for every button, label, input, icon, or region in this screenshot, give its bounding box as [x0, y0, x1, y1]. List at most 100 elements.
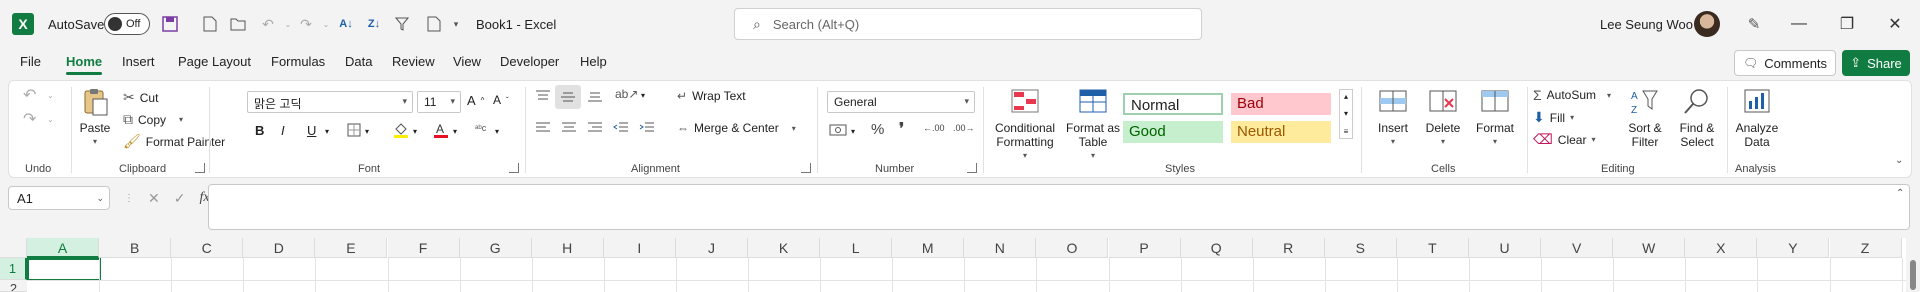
chevron-down-icon[interactable]: ▾ [453, 127, 457, 136]
enter-icon[interactable]: ✓ [174, 190, 186, 207]
user-name[interactable]: Lee Seung Woo [1600, 0, 1693, 48]
style-normal[interactable]: Normal [1123, 93, 1223, 115]
increase-font-icon[interactable]: A ^ [467, 93, 484, 108]
pen-icon[interactable]: ✎ [1744, 14, 1764, 34]
print-preview-icon[interactable] [424, 14, 444, 34]
cancel-icon[interactable]: ✕ [148, 190, 160, 207]
sort-filter-button[interactable]: AZ Sort & Filter [1623, 87, 1667, 149]
chevron-down-icon[interactable]: ▾ [851, 127, 855, 136]
clear-button[interactable]: ⌫ Clear ▾ [1533, 131, 1596, 148]
column-header-z[interactable]: Z [1829, 238, 1902, 258]
tab-home[interactable]: Home [66, 54, 103, 75]
undo-icon[interactable]: ↶ [258, 14, 278, 34]
italic-button[interactable]: I [281, 123, 285, 138]
formula-input[interactable] [208, 184, 1910, 230]
font-name-select[interactable]: 맑은 고딕 ▾ [247, 91, 413, 113]
styles-gallery-scroll[interactable]: ▴ ▾ ≡ [1339, 89, 1353, 139]
decrease-font-icon[interactable]: Aˇ [493, 93, 509, 107]
increase-decimal-icon[interactable]: ←.00 [923, 123, 945, 133]
style-bad[interactable]: Bad [1231, 93, 1331, 115]
column-header-n[interactable]: N [964, 238, 1037, 258]
tab-view[interactable]: View [453, 54, 481, 69]
column-header-q[interactable]: Q [1180, 238, 1253, 258]
decrease-indent-icon[interactable] [613, 121, 629, 135]
borders-icon[interactable] [347, 123, 361, 137]
ribbon-undo-icon[interactable]: ↶ [23, 85, 36, 105]
tab-data[interactable]: Data [345, 54, 372, 69]
vertical-scrollbar[interactable] [1906, 238, 1920, 292]
redo-icon[interactable]: ↷ [296, 14, 316, 34]
percent-icon[interactable]: % [871, 121, 884, 138]
close-icon[interactable]: ✕ [1872, 0, 1918, 48]
decrease-decimal-icon[interactable]: .00→ [953, 123, 975, 133]
more-icon[interactable]: ≡ [1344, 127, 1349, 136]
number-format-select[interactable]: General ▾ [827, 91, 975, 113]
conditional-formatting-button[interactable]: Conditional Formatting ▾ [991, 87, 1059, 163]
chevron-down-icon[interactable]: ▾ [365, 127, 369, 136]
style-neutral[interactable]: Neutral [1231, 121, 1331, 143]
column-header-a[interactable]: A [27, 238, 100, 258]
cut-button[interactable]: ✂ Cut [123, 89, 158, 106]
name-box[interactable]: A1 ⌄ [8, 186, 110, 210]
format-as-table-button[interactable]: Format as Table ▾ [1063, 87, 1123, 163]
tab-developer[interactable]: Developer [500, 54, 559, 69]
collapse-ribbon-icon[interactable]: ⌄ [1895, 155, 1903, 166]
find-select-button[interactable]: Find & Select [1671, 87, 1723, 149]
row-header-2[interactable]: 2 [0, 280, 27, 292]
underline-button[interactable]: U [307, 123, 316, 138]
chevron-down-icon[interactable]: ▾ [1344, 109, 1348, 118]
chevron-down-icon[interactable]: ▾ [495, 127, 499, 136]
row-header-1[interactable]: 1 [0, 258, 27, 280]
comments-button[interactable]: 🗨 Comments [1734, 50, 1836, 76]
select-all-corner[interactable] [0, 238, 27, 258]
minimize-icon[interactable]: — [1776, 0, 1822, 48]
column-header-e[interactable]: E [315, 238, 388, 258]
orientation-icon[interactable]: ab↗ [615, 87, 638, 101]
scrollbar-thumb[interactable] [1910, 260, 1916, 290]
currency-icon[interactable] [829, 123, 847, 137]
column-header-l[interactable]: L [820, 238, 893, 258]
tab-review[interactable]: Review [392, 54, 435, 69]
column-header-v[interactable]: V [1541, 238, 1614, 258]
autosave-toggle[interactable]: Off [104, 13, 150, 35]
align-left-icon[interactable] [535, 121, 551, 135]
customize-quick-access-icon[interactable]: ▾ [446, 14, 466, 34]
style-good[interactable]: Good [1123, 121, 1223, 143]
chevron-down-icon[interactable]: ▾ [413, 127, 417, 136]
expand-formula-bar-icon[interactable]: ⌃ [1896, 188, 1904, 199]
tab-insert[interactable]: Insert [122, 54, 155, 69]
worksheet-grid[interactable]: 1 2 ABCDEFGHIJKLMNOPQRSTUVWXYZ [0, 238, 1920, 292]
increase-indent-icon[interactable] [639, 121, 655, 135]
wrap-text-button[interactable]: ↵ Wrap Text [677, 89, 746, 103]
number-launcher-icon[interactable] [967, 163, 977, 173]
tab-help[interactable]: Help [580, 54, 607, 69]
tab-formulas[interactable]: Formulas [271, 54, 325, 69]
new-file-icon[interactable] [200, 14, 220, 34]
column-header-t[interactable]: T [1396, 238, 1469, 258]
ribbon-redo-dropdown-icon[interactable]: ⌄ [47, 115, 54, 124]
column-header-s[interactable]: S [1324, 238, 1397, 258]
clipboard-launcher-icon[interactable] [195, 163, 205, 173]
analyze-data-button[interactable]: Analyze Data [1731, 87, 1783, 149]
copy-button[interactable]: ⧉ Copy ▾ [123, 111, 183, 128]
tab-file[interactable]: File [20, 54, 41, 69]
chevron-up-icon[interactable]: ▴ [1344, 92, 1348, 101]
chevron-down-icon[interactable]: ▾ [325, 127, 329, 136]
comma-style-icon[interactable]: ❜ [899, 119, 904, 139]
font-color-icon[interactable]: A [433, 121, 449, 139]
column-header-x[interactable]: X [1685, 238, 1758, 258]
filter-icon[interactable] [392, 14, 412, 34]
column-header-p[interactable]: P [1108, 238, 1181, 258]
chevron-down-icon[interactable]: ▾ [179, 115, 183, 124]
paste-button[interactable]: Paste ▾ [79, 87, 111, 149]
active-cell[interactable] [27, 258, 101, 281]
column-header-f[interactable]: F [387, 238, 460, 258]
fill-color-icon[interactable] [393, 121, 409, 139]
search-box[interactable]: ⌕ Search (Alt+Q) [734, 8, 1202, 40]
fill-button[interactable]: ⬇ Fill ▾ [1533, 109, 1574, 126]
ribbon-undo-dropdown-icon[interactable]: ⌄ [47, 91, 54, 100]
autosum-button[interactable]: Σ AutoSum ▾ [1533, 87, 1611, 103]
column-header-h[interactable]: H [531, 238, 604, 258]
chevron-down-icon[interactable]: ▾ [641, 91, 645, 100]
alignment-launcher-icon[interactable] [801, 163, 811, 173]
